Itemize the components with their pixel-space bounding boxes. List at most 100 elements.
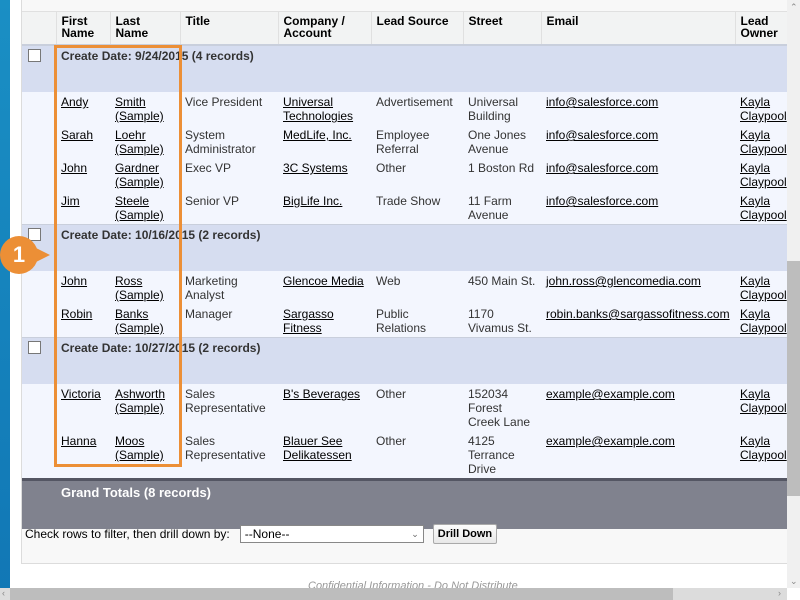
email-link[interactable]: john.ross@glencomedia.com — [546, 274, 701, 288]
cell-title: Senior VP — [180, 191, 278, 225]
company-link[interactable]: Universal Technologies — [283, 95, 353, 123]
cell-source: Other — [371, 158, 463, 191]
cell-street: 450 Main St. — [463, 271, 541, 304]
table-row: John Ross (Sample) Marketing Analyst Glenco… — [22, 271, 787, 304]
cell-first: Victoria — [56, 384, 110, 431]
scroll-down-arrow-icon[interactable]: ⌄ — [790, 576, 798, 587]
row-spacer — [22, 304, 56, 338]
source-text: Trade Show — [376, 194, 441, 208]
cell-company: BigLife Inc. — [278, 191, 371, 225]
title-text: Marketing Analyst — [185, 274, 238, 302]
scroll-left-arrow-icon[interactable]: ‹ — [2, 588, 5, 598]
owner-link[interactable]: Kayla Claypool — [740, 95, 787, 123]
email-link[interactable]: example@example.com — [546, 434, 675, 448]
first-link[interactable]: John — [61, 161, 87, 175]
cell-company: MedLife, Inc. — [278, 125, 371, 158]
cell-source: Trade Show — [371, 191, 463, 225]
group-checkbox[interactable] — [28, 49, 41, 62]
cell-title: Exec VP — [180, 158, 278, 191]
title-text: Exec VP — [185, 161, 232, 175]
horizontal-scroll-thumb[interactable] — [10, 588, 673, 600]
cell-company: B's Beverages — [278, 384, 371, 431]
email-link[interactable]: example@example.com — [546, 387, 675, 401]
cell-email: info@salesforce.com — [541, 191, 735, 225]
street-text: 1 Boston Rd — [468, 161, 535, 175]
drill-down-select[interactable]: --None-- ⌄ — [239, 525, 424, 543]
owner-link[interactable]: Kayla Claypool — [740, 307, 787, 335]
cell-street: 152034 Forest Creek Lane — [463, 384, 541, 431]
source-text: Web — [376, 274, 401, 288]
column-header[interactable]: Title — [179, 12, 278, 46]
company-link[interactable]: 3C Systems — [283, 161, 348, 175]
cell-last: Steele (Sample) — [110, 191, 180, 225]
title-text: Sales Representative — [185, 387, 266, 415]
first-link[interactable]: Jim — [61, 194, 80, 208]
drill-down-button[interactable]: Drill Down — [432, 524, 498, 544]
cell-street: One Jones Avenue — [463, 125, 541, 158]
last-link[interactable]: Smith (Sample) — [115, 95, 164, 123]
company-link[interactable]: Glencoe Media — [283, 274, 364, 288]
last-link[interactable]: Ashworth (Sample) — [115, 387, 165, 415]
scroll-up-arrow-icon[interactable]: ⌃ — [790, 2, 798, 13]
title-text: System Administrator — [185, 128, 256, 156]
owner-link[interactable]: Kayla Claypool — [740, 387, 787, 415]
column-header[interactable]: Email — [540, 12, 735, 46]
first-link[interactable]: Andy — [61, 95, 88, 109]
last-link[interactable]: Moos (Sample) — [115, 434, 164, 462]
owner-link[interactable]: Kayla Claypool — [740, 274, 787, 302]
company-link[interactable]: Sargasso Fitness — [283, 307, 334, 335]
email-link[interactable]: info@salesforce.com — [546, 194, 658, 208]
cell-source: Advertisement — [371, 92, 463, 125]
email-link[interactable]: robin.banks@sargassofitness.com — [546, 307, 730, 321]
cell-owner: Kayla Claypool — [735, 431, 787, 480]
cell-street: 1 Boston Rd — [463, 158, 541, 191]
column-header[interactable]: Last Name — [109, 12, 180, 46]
owner-link[interactable]: Kayla Claypool — [740, 161, 787, 189]
vertical-scroll-thumb[interactable] — [787, 261, 800, 496]
group-checkbox[interactable] — [28, 341, 41, 354]
first-link[interactable]: John — [61, 274, 87, 288]
first-link[interactable]: Victoria — [61, 387, 101, 401]
drill-down-selected: --None-- — [244, 527, 290, 541]
first-link[interactable]: Hanna — [61, 434, 96, 448]
last-link[interactable]: Loehr (Sample) — [115, 128, 164, 156]
email-link[interactable]: info@salesforce.com — [546, 128, 658, 142]
email-link[interactable]: info@salesforce.com — [546, 95, 658, 109]
callout-badge: 1 — [0, 236, 38, 274]
column-header[interactable]: Company / Account — [277, 12, 371, 46]
group-row: Create Date: 9/24/2015 (4 records) — [22, 44, 787, 92]
owner-link[interactable]: Kayla Claypool — [740, 434, 787, 462]
owner-link[interactable]: Kayla Claypool — [740, 128, 787, 156]
last-link[interactable]: Ross (Sample) — [115, 274, 164, 302]
cell-last: Gardner (Sample) — [110, 158, 180, 191]
column-header[interactable]: Street — [462, 12, 541, 46]
last-link[interactable]: Banks (Sample) — [115, 307, 164, 335]
grand-totals-row: Grand Totals (8 records) — [22, 478, 787, 529]
cell-street: 1170 Vivamus St. — [463, 304, 541, 338]
last-link[interactable]: Gardner (Sample) — [115, 161, 164, 189]
title-text: Sales Representative — [185, 434, 266, 462]
column-header[interactable]: Lead Source — [370, 12, 463, 46]
cell-owner: Kayla Claypool — [735, 191, 787, 225]
cell-last: Ashworth (Sample) — [110, 384, 180, 431]
company-link[interactable]: Blauer See Delikatessen — [283, 434, 352, 462]
email-link[interactable]: info@salesforce.com — [546, 161, 658, 175]
cell-company: Blauer See Delikatessen — [278, 431, 371, 480]
cell-first: Jim — [56, 191, 110, 225]
table-row: Andy Smith (Sample) Vice President Universa… — [22, 92, 787, 125]
last-link[interactable]: Steele (Sample) — [115, 194, 164, 222]
column-header[interactable]: Lead Owner — [734, 12, 787, 46]
scroll-right-arrow-icon[interactable]: › — [778, 588, 781, 598]
cell-email: info@salesforce.com — [541, 92, 735, 125]
owner-link[interactable]: Kayla Claypool — [740, 194, 787, 222]
first-link[interactable]: Robin — [61, 307, 92, 321]
cell-owner: Kayla Claypool — [735, 158, 787, 191]
first-link[interactable]: Sarah — [61, 128, 93, 142]
company-link[interactable]: MedLife, Inc. — [283, 128, 352, 142]
cell-email: info@salesforce.com — [541, 158, 735, 191]
company-link[interactable]: B's Beverages — [283, 387, 360, 401]
company-link[interactable]: BigLife Inc. — [283, 194, 342, 208]
report-table: First Name Last Name Title Company / Accoun… — [22, 12, 787, 529]
row-spacer — [22, 191, 56, 225]
column-header[interactable]: First Name — [55, 12, 110, 46]
